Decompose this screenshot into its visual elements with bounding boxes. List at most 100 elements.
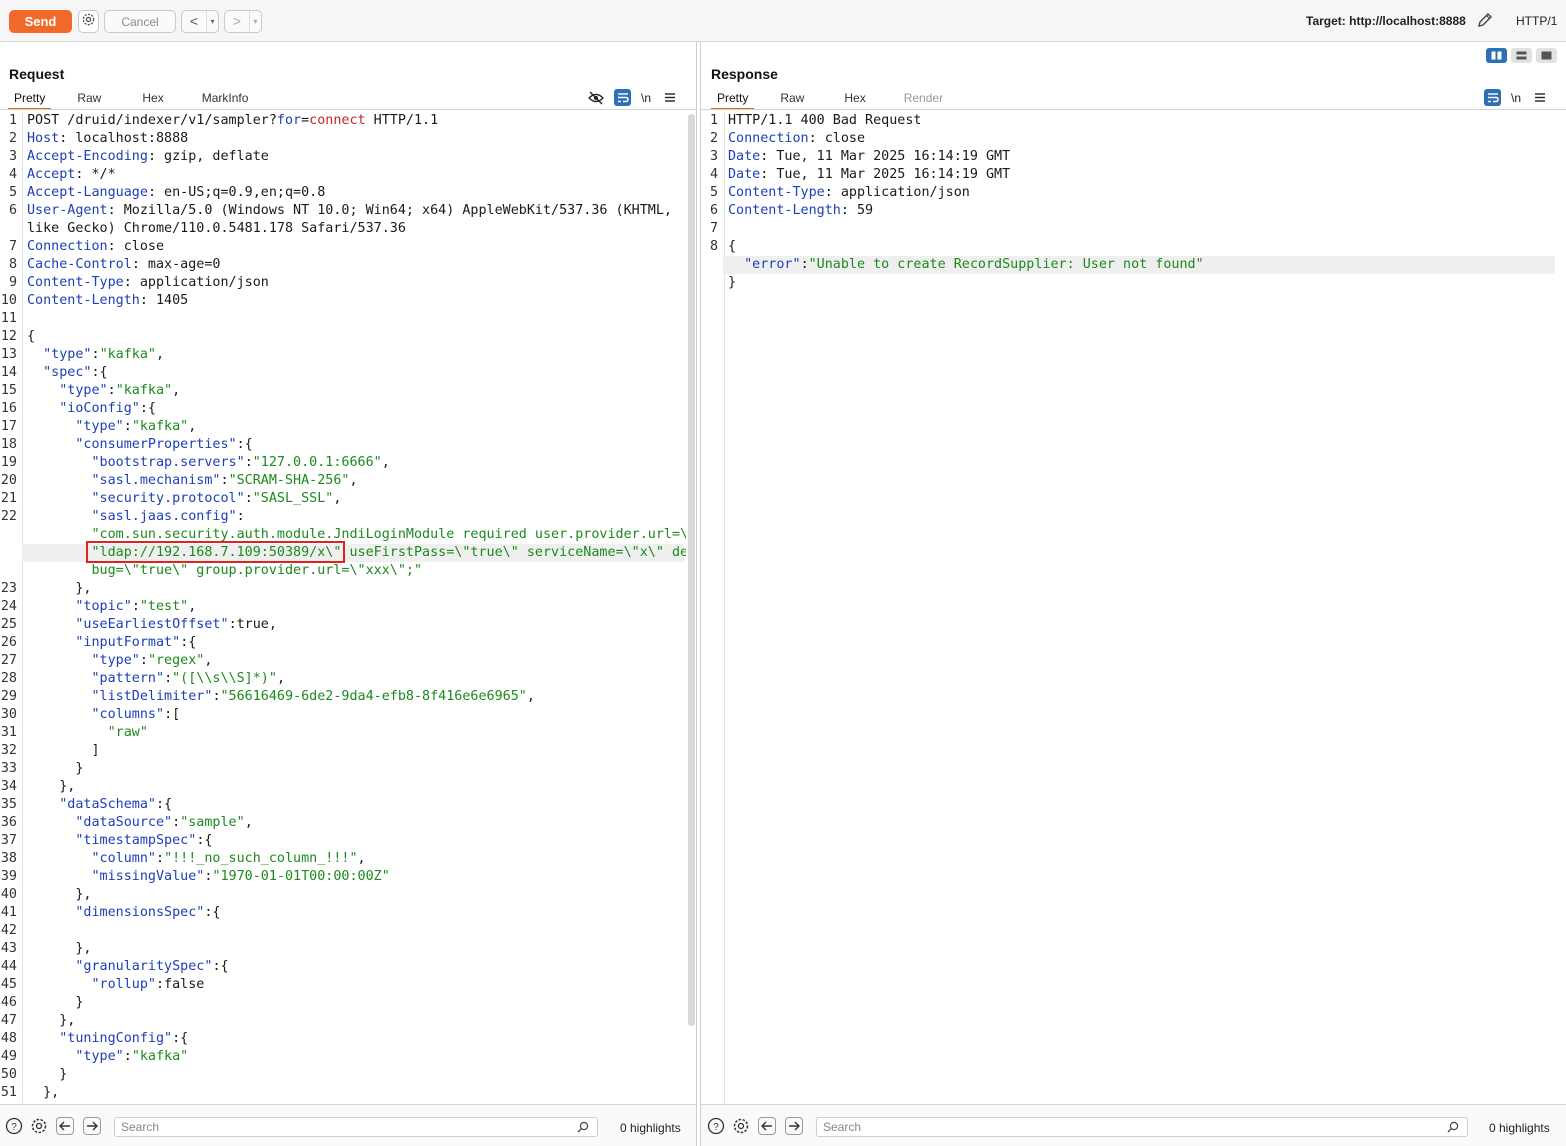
code-line[interactable]: 2 Host: localhost:8888 [0, 130, 686, 148]
forward-arrow-icon[interactable]: > [225, 11, 249, 32]
menu-icon[interactable] [1531, 89, 1548, 106]
code-line[interactable]: 6 Content-Length: 59 [701, 202, 1557, 220]
code-line[interactable]: 13 "type":"kafka", [0, 346, 686, 364]
code-line[interactable]: 4 Accept: */* [0, 166, 686, 184]
code-line[interactable]: 35 "dataSchema":{ [0, 796, 686, 814]
code-line[interactable]: 37 "timestampSpec":{ [0, 832, 686, 850]
next-match-arrow-icon[interactable] [785, 1117, 803, 1135]
tab-pretty[interactable]: Pretty [8, 90, 52, 110]
code-line[interactable]: } [701, 274, 1557, 292]
code-line[interactable]: like Gecko) Chrome/110.0.5481.178 Safari… [0, 220, 686, 238]
code-line[interactable]: 18 "consumerProperties":{ [0, 436, 686, 454]
previous-match-arrow-icon[interactable] [758, 1117, 776, 1135]
code-line[interactable]: 7 Connection: close [0, 238, 686, 256]
code-line[interactable]: 1 POST /druid/indexer/v1/sampler?for=conn… [0, 112, 686, 130]
request-scrollbar[interactable] [688, 114, 695, 1026]
send-button[interactable]: Send [9, 10, 72, 33]
edit-target-pencil-icon[interactable] [1476, 11, 1494, 34]
code-line[interactable]: 14 "spec":{ [0, 364, 686, 382]
code-line[interactable]: 47 }, [0, 1012, 686, 1030]
code-line[interactable]: 49 "type":"kafka" [0, 1048, 686, 1066]
settings-gear-button[interactable] [78, 10, 99, 33]
code-line[interactable]: 12 { [0, 328, 686, 346]
code-line[interactable]: 11 [0, 310, 686, 328]
tab-markinfo[interactable]: MarkInfo [196, 90, 255, 110]
help-icon[interactable]: ? [5, 1117, 23, 1135]
cancel-button[interactable]: Cancel [104, 10, 176, 33]
tab-pretty[interactable]: Pretty [711, 90, 755, 110]
code-line[interactable]: 1 HTTP/1.1 400 Bad Request [701, 112, 1557, 130]
code-line[interactable]: 4 Date: Tue, 11 Mar 2025 16:14:19 GMT [701, 166, 1557, 184]
code-line[interactable]: 25 "useEarliestOffset":true, [0, 616, 686, 634]
code-line[interactable]: 5 Accept-Language: en-US;q=0.9,en;q=0.8 [0, 184, 686, 202]
code-line[interactable]: 3 Date: Tue, 11 Mar 2025 16:14:19 GMT [701, 148, 1557, 166]
code-line[interactable]: 28 "pattern":"([\\s\\S]*)", [0, 670, 686, 688]
word-wrap-icon[interactable] [1484, 89, 1501, 106]
code-line[interactable]: 45 "rollup":false [0, 976, 686, 994]
back-arrow-icon[interactable]: < [182, 11, 206, 32]
hide-eye-icon[interactable] [587, 89, 604, 106]
code-line[interactable]: 34 }, [0, 778, 686, 796]
code-line[interactable]: 41 "dimensionsSpec":{ [0, 904, 686, 922]
code-line[interactable]: 16 "ioConfig":{ [0, 400, 686, 418]
code-line[interactable]: 46 } [0, 994, 686, 1012]
next-match-arrow-icon[interactable] [83, 1117, 101, 1135]
target-url[interactable]: Target: http://localhost:8888 [1306, 14, 1466, 28]
code-line[interactable]: 27 "type":"regex", [0, 652, 686, 670]
code-line[interactable]: 19 "bootstrap.servers":"127.0.0.1:6666", [0, 454, 686, 472]
code-line[interactable]: 22 "sasl.jaas.config": [0, 508, 686, 526]
code-line[interactable]: 10 Content-Length: 1405 [0, 292, 686, 310]
code-line[interactable]: 39 "missingValue":"1970-01-01T00:00:00Z" [0, 868, 686, 886]
code-line[interactable]: 40 }, [0, 886, 686, 904]
code-line[interactable]: 15 "type":"kafka", [0, 382, 686, 400]
search-input[interactable]: Search [816, 1117, 1468, 1137]
http-version-label[interactable]: HTTP/1 [1516, 14, 1557, 28]
tab-raw[interactable]: Raw [71, 90, 107, 110]
code-line[interactable]: 6 User-Agent: Mozilla/5.0 (Windows NT 10.… [0, 202, 686, 220]
code-line[interactable]: 23 }, [0, 580, 686, 598]
code-line[interactable]: 29 "listDelimiter":"56616469-6de2-9da4-e… [0, 688, 686, 706]
gear-icon[interactable] [732, 1117, 750, 1135]
split-vertical-icon[interactable] [1486, 48, 1507, 63]
newline-toggle[interactable]: \n [641, 89, 651, 106]
code-line[interactable]: 2 Connection: close [701, 130, 1557, 148]
menu-icon[interactable] [661, 89, 678, 106]
newline-toggle[interactable]: \n [1511, 89, 1521, 106]
code-line[interactable]: 36 "dataSource":"sample", [0, 814, 686, 832]
code-line[interactable]: "error":"Unable to create RecordSupplier… [723, 256, 1555, 274]
tab-render[interactable]: Render [898, 90, 949, 110]
response-editor[interactable]: 1 HTTP/1.1 400 Bad Request 2 Connection: cl… [701, 112, 1557, 1104]
code-line[interactable]: 44 "granularitySpec":{ [0, 958, 686, 976]
code-line[interactable]: 26 "inputFormat":{ [0, 634, 686, 652]
code-line[interactable]: 21 "security.protocol":"SASL_SSL", [0, 490, 686, 508]
code-line[interactable]: 7 [701, 220, 1557, 238]
code-line[interactable]: 43 }, [0, 940, 686, 958]
code-line[interactable]: 33 } [0, 760, 686, 778]
word-wrap-icon[interactable] [614, 89, 631, 106]
split-horizontal-icon[interactable] [1511, 48, 1532, 63]
code-line[interactable]: 20 "sasl.mechanism":"SCRAM-SHA-256", [0, 472, 686, 490]
search-input[interactable]: Search [114, 1117, 598, 1137]
help-icon[interactable]: ? [707, 1117, 725, 1135]
code-line[interactable]: 30 "columns":[ [0, 706, 686, 724]
code-line[interactable]: 8 Cache-Control: max-age=0 [0, 256, 686, 274]
gear-icon[interactable] [30, 1117, 48, 1135]
chevron-down-icon[interactable]: ▾ [249, 11, 261, 32]
code-line[interactable]: 42 [0, 922, 686, 940]
request-editor[interactable]: 1 POST /druid/indexer/v1/sampler?for=conn… [0, 112, 686, 1104]
code-line[interactable]: 48 "tuningConfig":{ [0, 1030, 686, 1048]
tab-hex[interactable]: Hex [838, 90, 871, 110]
code-line[interactable]: 5 Content-Type: application/json [701, 184, 1557, 202]
code-line[interactable]: 17 "type":"kafka", [0, 418, 686, 436]
code-line[interactable]: 50 } [0, 1066, 686, 1084]
forward-history-button[interactable]: > ▾ [224, 10, 262, 33]
tab-hex[interactable]: Hex [136, 90, 169, 110]
code-line[interactable]: 31 "raw" [0, 724, 686, 742]
code-line[interactable]: 32 ] [0, 742, 686, 760]
back-history-button[interactable]: < ▾ [181, 10, 219, 33]
chevron-down-icon[interactable]: ▾ [206, 11, 218, 32]
single-pane-icon[interactable] [1536, 48, 1557, 63]
code-line[interactable]: 38 "column":"!!!_no_such_column_!!!", [0, 850, 686, 868]
code-line[interactable]: 3 Accept-Encoding: gzip, deflate [0, 148, 686, 166]
code-line[interactable]: 51 }, [0, 1084, 686, 1102]
